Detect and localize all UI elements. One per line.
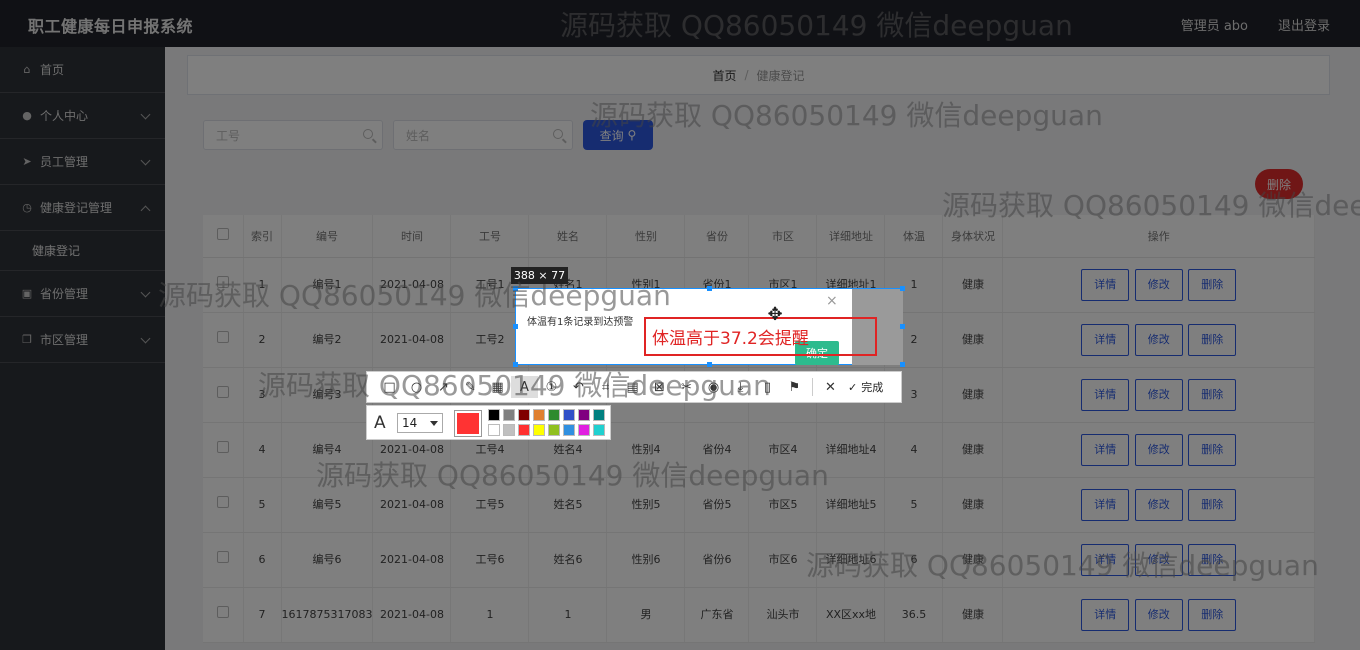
move-cursor-icon: ✥ [767, 304, 783, 325]
number-tool-icon[interactable]: ① [538, 376, 565, 398]
arrow-tool-icon[interactable]: ↗ [430, 376, 457, 398]
color-swatch[interactable] [488, 424, 500, 436]
record-icon[interactable]: ◉ [700, 376, 727, 398]
close-icon[interactable]: × [826, 293, 838, 309]
dialog-message: 体温有1条记录到达预警 [527, 317, 634, 328]
ellipse-tool-icon[interactable]: ○ [403, 376, 430, 398]
save-icon[interactable]: ▯ [754, 376, 781, 398]
rectangle-tool-icon[interactable]: □ [376, 376, 403, 398]
bookmark-icon[interactable]: ⚑ [781, 376, 808, 398]
done-button[interactable]: ✓ 完成 [848, 379, 883, 395]
resize-handle[interactable] [900, 362, 905, 367]
close-icon[interactable]: ✕ [817, 376, 844, 398]
crop-icon[interactable]: ⌗ [592, 376, 619, 398]
ocr-icon[interactable]: ▤ [619, 376, 646, 398]
color-swatch[interactable] [518, 424, 530, 436]
color-swatch[interactable] [503, 409, 515, 421]
resize-handle[interactable] [513, 286, 518, 291]
resize-handle[interactable] [513, 362, 518, 367]
toolbar-divider [812, 378, 813, 396]
selection-size-label: 388 × 77 [511, 267, 568, 284]
resize-handle[interactable] [900, 286, 905, 291]
color-swatch[interactable] [533, 424, 545, 436]
font-icon: A [374, 413, 386, 433]
color-swatch[interactable] [563, 424, 575, 436]
color-swatch[interactable] [578, 424, 590, 436]
color-swatch[interactable] [503, 424, 515, 436]
download-icon[interactable]: ⤓ [727, 376, 754, 398]
dropdown-triangle-icon [430, 421, 438, 426]
resize-handle[interactable] [707, 286, 712, 291]
capture-toolbar: □ ○ ↗ ✎ ▦ A ① ↶ ⌗ ▤ ⊠ ✂ ◉ ⤓ ▯ ⚑ ✕ ✓ 完成 [366, 371, 902, 403]
annotation-text[interactable]: 体温高于37.2会提醒 [644, 317, 877, 356]
undo-icon[interactable]: ↶ [565, 376, 592, 398]
translate-icon[interactable]: ⊠ [646, 376, 673, 398]
resize-handle[interactable] [707, 362, 712, 367]
resize-handle[interactable] [900, 324, 905, 329]
color-swatch[interactable] [488, 409, 500, 421]
color-swatch[interactable] [563, 409, 575, 421]
color-swatch[interactable] [593, 424, 605, 436]
color-swatch[interactable] [533, 409, 545, 421]
check-icon: ✓ [848, 380, 858, 394]
font-size-select[interactable]: 14 [397, 413, 443, 433]
text-style-palette: A 14 [366, 405, 611, 440]
done-label: 完成 [861, 381, 884, 394]
capture-selection[interactable]: 体温有1条记录到达预警 × 确定 体温高于37.2会提醒 [513, 286, 905, 367]
color-swatch[interactable] [548, 424, 560, 436]
text-tool-icon[interactable]: A [511, 376, 538, 398]
pen-tool-icon[interactable]: ✎ [457, 376, 484, 398]
color-swatch[interactable] [518, 409, 530, 421]
current-color[interactable] [454, 410, 482, 437]
resize-handle[interactable] [513, 324, 518, 329]
color-swatch[interactable] [548, 409, 560, 421]
color-swatch[interactable] [578, 409, 590, 421]
mosaic-tool-icon[interactable]: ▦ [484, 376, 511, 398]
pin-icon[interactable]: ✂ [673, 376, 700, 398]
color-swatch[interactable] [593, 409, 605, 421]
font-size-value: 14 [402, 416, 418, 430]
